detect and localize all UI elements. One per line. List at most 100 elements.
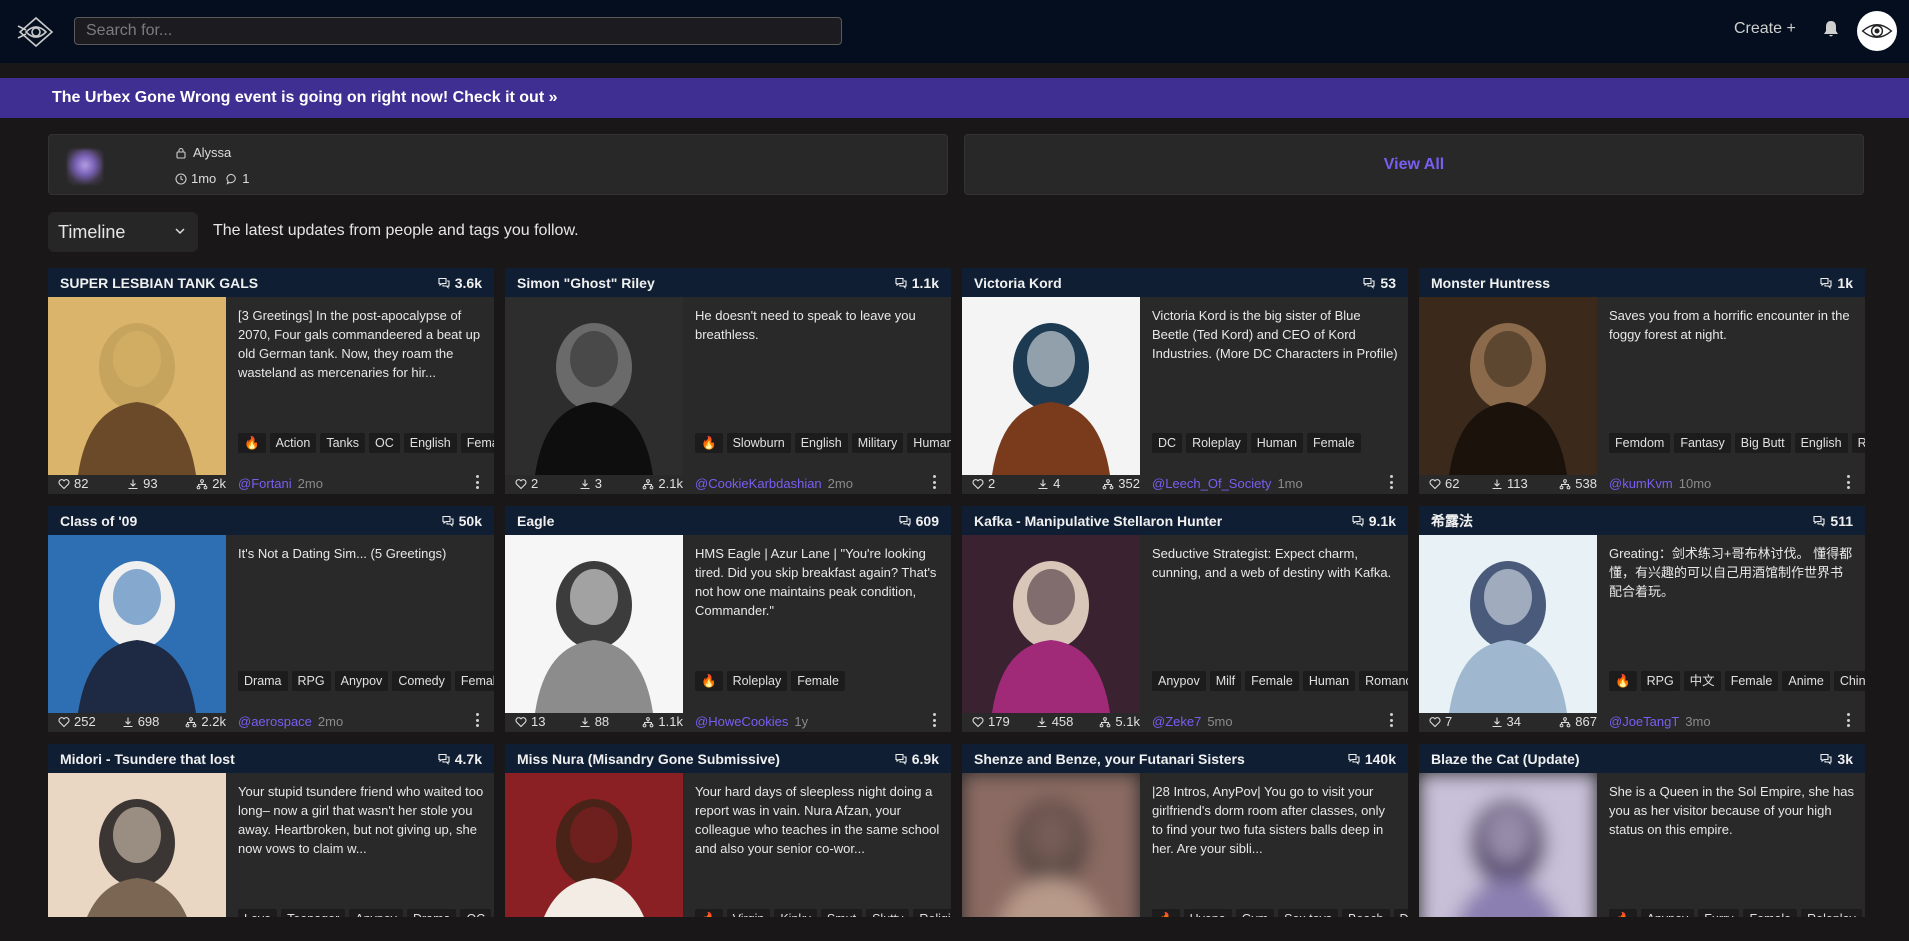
card-image[interactable] [505,773,683,917]
tag[interactable]: Slutty [866,909,910,917]
tag[interactable]: Human [1250,433,1303,453]
card-image[interactable] [505,535,683,713]
tag[interactable]: Roleplay [1186,433,1247,453]
author-link[interactable]: @aerospace [238,714,312,729]
tag[interactable]: Teenager [281,909,346,917]
author-link[interactable]: @CookieKarbdashian [695,476,822,491]
card-image[interactable] [505,297,683,475]
tag[interactable]: Anypov [334,671,389,691]
more-options-icon[interactable] [1390,713,1394,727]
tag[interactable]: Anypov [1640,909,1695,917]
tag[interactable]: Beach [1342,909,1390,917]
recent-activity-card[interactable]: Alyssa 1mo 1 [48,134,948,195]
card-title[interactable]: 希露法 [1431,511,1473,531]
character-card[interactable]: Kafka - Manipulative Stellaron Hunter 9.1… [962,506,1408,732]
tag[interactable]: English [794,433,848,453]
tag[interactable]: Big Butt [1734,433,1791,453]
tag[interactable]: Anypov [349,909,403,917]
character-card[interactable]: Class of '09 50k It's Not a Dating Sim... … [48,506,494,732]
author-link[interactable]: @HoweCookies [695,714,788,729]
tag[interactable]: Gym [1235,909,1275,917]
tag[interactable]: Human [907,433,951,453]
tag[interactable]: Drama [406,909,457,917]
tag[interactable]: OC [368,433,400,453]
card-title[interactable]: Class of '09 [60,513,137,529]
timeline-select[interactable]: Timeline [48,212,198,252]
character-card[interactable]: Shenze and Benze, your Futanari Sisters 1… [962,744,1408,917]
tag[interactable]: Comedy [392,671,451,691]
tag[interactable]: Furry [1698,909,1740,917]
tag[interactable]: Female [454,671,494,691]
character-card[interactable]: Midori - Tsundere that lost 4.7k Your stup… [48,744,494,917]
more-options-icon[interactable] [1847,713,1851,727]
card-title[interactable]: SUPER LESBIAN TANK GALS [60,275,258,291]
tag[interactable]: Ror [1851,433,1865,453]
card-image[interactable] [1419,297,1597,475]
character-card[interactable]: Simon "Ghost" Riley 1.1k He doesn't need t… [505,268,951,494]
tag[interactable]: Sex toys [1278,909,1339,917]
tag[interactable]: Human [1302,671,1356,691]
card-title[interactable]: Monster Huntress [1431,275,1550,291]
tag[interactable]: Female [791,671,845,691]
likes-stat[interactable]: 82 [58,476,88,491]
card-title[interactable]: Kafka - Manipulative Stellaron Hunter [974,513,1222,529]
character-card[interactable]: SUPER LESBIAN TANK GALS 3.6k [3 Greetings]… [48,268,494,494]
tag[interactable]: Religic [913,909,951,917]
card-image[interactable] [1419,773,1597,917]
tag[interactable]: Milf [1209,671,1242,691]
tag[interactable]: Drama [238,671,288,691]
author-link[interactable]: @Leech_Of_Society [1152,476,1271,491]
tag[interactable]: Fantasy [1674,433,1731,453]
create-button[interactable]: Create + [1734,20,1796,38]
card-title[interactable]: Shenze and Benze, your Futanari Sisters [974,751,1245,767]
tag[interactable]: Virgin [726,909,771,917]
tag[interactable]: RPG [291,671,331,691]
card-image[interactable] [1419,535,1597,713]
likes-stat[interactable]: 2 [515,476,538,491]
tag[interactable]: RPG [1640,671,1680,691]
tag[interactable]: DC [1152,433,1183,453]
card-image[interactable] [48,773,226,917]
tag[interactable]: Military [851,433,904,453]
tag[interactable]: Dra [1393,909,1408,917]
card-title[interactable]: Blaze the Cat (Update) [1431,751,1580,767]
likes-stat[interactable]: 62 [1429,476,1459,491]
more-options-icon[interactable] [1390,475,1394,489]
more-options-icon[interactable] [933,475,937,489]
tag[interactable]: Female [1307,433,1361,453]
card-image[interactable] [48,535,226,713]
more-options-icon[interactable] [933,713,937,727]
tag[interactable]: Tanks [320,433,365,453]
tag[interactable]: Female [460,433,494,453]
likes-stat[interactable]: 13 [515,714,545,729]
character-card[interactable]: Blaze the Cat (Update) 3k She is a Queen i… [1419,744,1865,917]
card-title[interactable]: Simon "Ghost" Riley [517,275,655,291]
tag[interactable]: English [1794,433,1848,453]
tag[interactable]: Anypov [1152,671,1206,691]
tag[interactable]: Roleplay [1801,909,1862,917]
tag[interactable]: Action [269,433,317,453]
character-card[interactable]: Miss Nura (Misandry Gone Submissive) 6.9k… [505,744,951,917]
likes-stat[interactable]: 179 [972,714,1010,729]
bell-icon[interactable] [1822,19,1840,39]
author-link[interactable]: @JoeTangT [1609,714,1679,729]
tag[interactable]: Romance [1359,671,1408,691]
character-card[interactable]: 希露法 511 Greating：剑术练习+哥布林讨伐。 懂得都懂，有兴趣的可以自己… [1419,506,1865,732]
tag[interactable]: Chines [1833,671,1865,691]
card-image[interactable] [962,297,1140,475]
character-card[interactable]: Victoria Kord 53 Victoria Kord is the big … [962,268,1408,494]
card-image[interactable] [962,773,1140,917]
tag[interactable]: Slowburn [726,433,791,453]
character-card[interactable]: Monster Huntress 1k Saves you from a horri… [1419,268,1865,494]
author-link[interactable]: @Fortani [238,476,292,491]
tag[interactable]: Femdom [1609,433,1671,453]
author-link[interactable]: @kumKvm [1609,476,1673,491]
card-title[interactable]: Midori - Tsundere that lost [60,751,235,767]
tag[interactable]: Roleplay [726,671,788,691]
card-image[interactable] [48,297,226,475]
tag[interactable]: English [403,433,457,453]
site-logo-icon[interactable] [16,12,56,52]
character-card[interactable]: Eagle 609 HMS Eagle | Azur Lane | "You're … [505,506,951,732]
card-title[interactable]: Eagle [517,513,554,529]
tag[interactable]: Smut [820,909,863,917]
